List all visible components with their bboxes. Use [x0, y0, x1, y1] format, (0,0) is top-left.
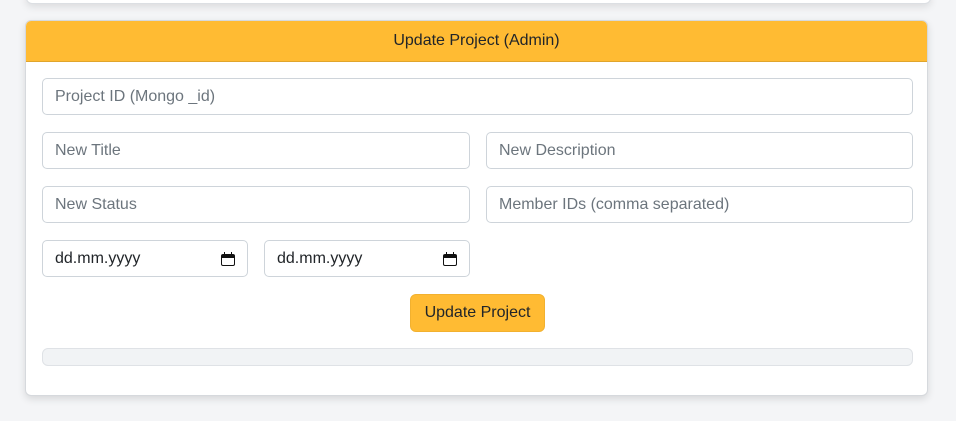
new-status-placeholder: New Status — [55, 195, 137, 213]
new-title-input[interactable]: New Title — [42, 132, 470, 169]
update-project-button[interactable]: Update Project — [410, 294, 545, 332]
new-title-placeholder: New Title — [55, 141, 121, 159]
member-ids-placeholder: Member IDs (comma separated) — [499, 195, 730, 213]
calendar-icon[interactable] — [221, 251, 235, 266]
project-id-input[interactable]: Project ID (Mongo _id) — [42, 78, 913, 115]
card-title: Update Project (Admin) — [393, 32, 560, 49]
end-date-input[interactable]: dd.mm.yyyy — [264, 240, 470, 277]
card-header: Update Project (Admin) — [26, 21, 927, 62]
new-description-input[interactable]: New Description — [486, 132, 913, 169]
previous-card-edge — [26, 0, 931, 4]
start-date-input[interactable]: dd.mm.yyyy — [42, 240, 248, 277]
project-id-placeholder: Project ID (Mongo _id) — [55, 87, 216, 105]
new-description-placeholder: New Description — [499, 141, 616, 159]
update-project-card: Update Project (Admin) Project ID (Mongo… — [25, 20, 928, 396]
end-date-value: dd.mm.yyyy — [277, 249, 363, 267]
calendar-icon[interactable] — [443, 251, 457, 266]
result-output-box — [42, 348, 913, 366]
update-project-button-label: Update Project — [424, 304, 531, 321]
member-ids-input[interactable]: Member IDs (comma separated) — [486, 186, 913, 223]
new-status-input[interactable]: New Status — [42, 186, 470, 223]
start-date-value: dd.mm.yyyy — [55, 249, 141, 267]
